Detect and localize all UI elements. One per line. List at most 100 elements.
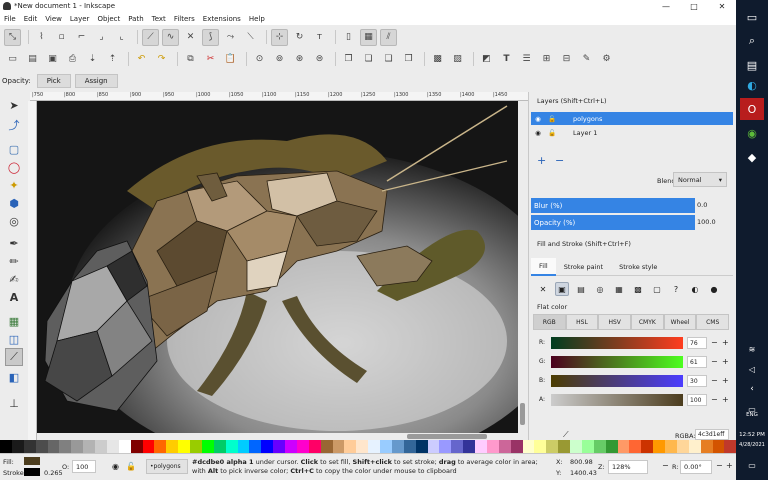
- snap-line-icon[interactable]: ⟍: [242, 29, 259, 46]
- palette-swatch[interactable]: [47, 440, 60, 453]
- palette-swatch[interactable]: [498, 440, 511, 453]
- layer-row-layer-1[interactable]: ◉ 🔓 Layer 1: [531, 126, 733, 139]
- palette-swatch[interactable]: [296, 440, 309, 453]
- calligraphy-tool-icon[interactable]: ✍: [5, 270, 23, 288]
- duplicate-icon[interactable]: ❐: [340, 51, 357, 68]
- spiral-tool-icon[interactable]: ◎: [5, 212, 23, 230]
- pattern-icon[interactable]: ▩: [631, 282, 645, 296]
- palette-swatch[interactable]: [130, 440, 143, 453]
- opacity-slider[interactable]: Opacity (%): [531, 215, 695, 230]
- palette-swatch[interactable]: [178, 440, 190, 453]
- clock-time[interactable]: 12:52 PM: [736, 432, 768, 438]
- green-app-icon[interactable]: ◉: [740, 122, 764, 144]
- palette-swatch[interactable]: [486, 440, 499, 453]
- tab-fill[interactable]: Fill: [531, 257, 556, 276]
- layer-row-polygons[interactable]: ◉ 🔓 polygons: [531, 112, 733, 125]
- menu-layer[interactable]: Layer: [70, 15, 90, 23]
- spray-tool-icon[interactable]: ▦: [5, 312, 23, 330]
- palette-swatch[interactable]: [320, 440, 333, 453]
- menu-filters[interactable]: Filters: [174, 15, 195, 23]
- eye-icon[interactable]: ◉: [531, 115, 545, 123]
- menu-object[interactable]: Object: [97, 15, 120, 23]
- palette-swatch[interactable]: [95, 440, 107, 453]
- clock-date[interactable]: 4/28/2021: [736, 442, 768, 448]
- inkscape-taskbar-icon[interactable]: ◆: [740, 146, 764, 168]
- palette-swatch[interactable]: [83, 440, 95, 453]
- palette-swatch[interactable]: [641, 440, 654, 453]
- menu-extensions[interactable]: Extensions: [203, 15, 241, 23]
- palette-swatch[interactable]: [273, 440, 285, 453]
- channel-bar[interactable]: [551, 356, 683, 368]
- no-paint-icon[interactable]: ✕: [536, 282, 550, 296]
- palette-swatch[interactable]: [59, 440, 72, 453]
- minus-icon[interactable]: −: [716, 461, 723, 470]
- snap-grid-icon[interactable]: ▦: [360, 28, 377, 46]
- dropper-tool-icon[interactable]: ⟋: [5, 348, 23, 366]
- open-icon[interactable]: ▤: [24, 51, 41, 68]
- palette-swatch[interactable]: [534, 440, 547, 453]
- node-tool-icon[interactable]: ⤴: [5, 116, 23, 134]
- palette-swatch[interactable]: [688, 440, 701, 453]
- stroke-width-value[interactable]: 0.265: [44, 469, 63, 477]
- mode-cms[interactable]: CMS: [696, 314, 730, 330]
- palette-swatch[interactable]: [332, 440, 345, 453]
- palette-swatch[interactable]: [237, 440, 250, 453]
- measure-tool-icon[interactable]: ⊥: [5, 394, 23, 412]
- star-tool-icon[interactable]: ✦: [5, 176, 23, 194]
- edge-browser-icon[interactable]: ◐: [740, 74, 764, 96]
- palette-swatch[interactable]: [558, 440, 570, 453]
- snap-center-icon[interactable]: ⊹: [271, 28, 288, 46]
- palette-swatch[interactable]: [415, 440, 428, 453]
- input-language[interactable]: ENG: [736, 412, 768, 418]
- snap-page-icon[interactable]: ▯: [340, 29, 357, 46]
- palette-swatch[interactable]: [439, 440, 452, 453]
- ellipse-tool-icon[interactable]: ◯: [5, 158, 23, 176]
- eye-icon[interactable]: ◉: [531, 129, 545, 137]
- pencil-tool-icon[interactable]: ✏: [5, 252, 23, 270]
- wifi-icon[interactable]: ≋: [740, 338, 764, 360]
- document-properties-icon[interactable]: ⚙: [598, 51, 615, 68]
- zoom-width-icon[interactable]: ⊜: [311, 51, 328, 68]
- undo-icon[interactable]: ↶: [133, 51, 150, 68]
- blur-value[interactable]: 0.0: [697, 201, 707, 209]
- pick-button[interactable]: Pick: [36, 73, 71, 88]
- snap-midpoint-icon[interactable]: ⌞: [113, 29, 130, 46]
- palette-swatch[interactable]: [581, 440, 594, 453]
- palette-swatch[interactable]: [23, 440, 36, 453]
- palette-swatch[interactable]: [510, 440, 523, 453]
- palette-swatch[interactable]: [380, 440, 392, 453]
- palette-swatch[interactable]: [665, 440, 677, 453]
- lock-icon[interactable]: 🔓: [545, 115, 559, 123]
- palette-swatch[interactable]: [106, 440, 119, 453]
- copy-icon[interactable]: ⧉: [182, 51, 199, 68]
- snap-nodes-icon[interactable]: ⟋: [142, 28, 159, 46]
- zoom-drawing-icon[interactable]: ⊚: [271, 51, 288, 68]
- snap-text-icon[interactable]: ᴛ: [311, 29, 328, 46]
- palette-swatch[interactable]: [593, 440, 606, 453]
- palette-swatch[interactable]: [201, 440, 214, 453]
- opera-browser-icon[interactable]: O: [740, 98, 764, 120]
- lock-icon[interactable]: 🔓: [545, 129, 559, 137]
- vertical-scroll-thumb[interactable]: [520, 403, 525, 425]
- unlink-clone-icon[interactable]: ❑: [380, 51, 397, 68]
- plus-icon[interactable]: +: [722, 357, 729, 366]
- paint-bucket-tool-icon[interactable]: ◧: [5, 368, 23, 386]
- action-center-icon[interactable]: ▭: [740, 454, 764, 476]
- menu-path[interactable]: Path: [128, 15, 143, 23]
- plus-icon[interactable]: +: [722, 376, 729, 385]
- palette-swatch[interactable]: [308, 440, 321, 453]
- palette-swatch[interactable]: [546, 440, 559, 453]
- mode-rgb[interactable]: RGB: [533, 314, 566, 330]
- channel-value[interactable]: 76: [687, 337, 707, 349]
- channel-bar[interactable]: [551, 375, 683, 387]
- color-picker-dropper-icon[interactable]: ⟋: [563, 430, 569, 440]
- blur-slider[interactable]: Blur (%): [531, 198, 695, 213]
- pen-tool-icon[interactable]: ✒: [5, 234, 23, 252]
- fill-stroke-dialog-icon[interactable]: ◩: [478, 51, 495, 68]
- palette-swatch[interactable]: [676, 440, 689, 453]
- palette-swatch[interactable]: [724, 440, 737, 453]
- rgba-input[interactable]: 4c3d1eff: [695, 429, 729, 440]
- pick-mode-button[interactable]: ⤡: [4, 28, 21, 46]
- menu-text[interactable]: Text: [152, 15, 166, 23]
- redo-icon[interactable]: ↷: [153, 51, 170, 68]
